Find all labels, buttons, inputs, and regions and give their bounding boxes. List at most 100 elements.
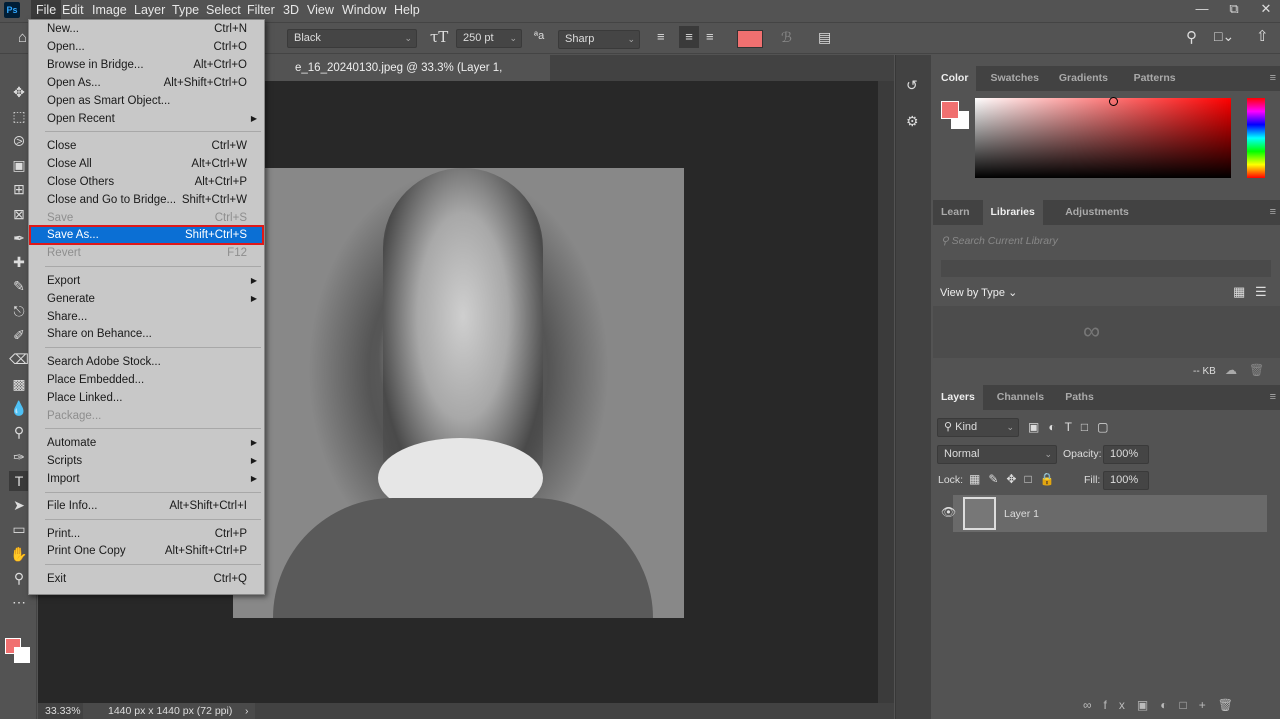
menu-item-place-linked[interactable]: Place Linked...: [30, 389, 263, 407]
menu-item-search-adobe-stock[interactable]: Search Adobe Stock...: [30, 353, 263, 371]
menu-item-close-and-go-to-bridge[interactable]: Close and Go to Bridge... Shift+Ctrl+W: [30, 191, 263, 209]
library-search-input[interactable]: ⚲ Search Current Library: [941, 235, 1058, 247]
menu-item-open[interactable]: Open... Ctrl+O: [30, 38, 263, 56]
menu-type[interactable]: Type: [167, 0, 204, 20]
blend-mode-select[interactable]: Normal ⌄: [937, 445, 1057, 464]
shape-tool-icon[interactable]: ▭: [9, 519, 29, 539]
visibility-eye-icon[interactable]: 👁: [941, 505, 956, 519]
move-tool-icon[interactable]: ✥: [9, 82, 29, 102]
layer-filter-select[interactable]: ⚲ Kind ⌄: [937, 418, 1019, 437]
grid-view-icon[interactable]: ▦: [1233, 284, 1245, 300]
menu-window[interactable]: Window: [337, 0, 391, 20]
cloud-sync-icon[interactable]: ☁: [1225, 363, 1237, 377]
lock-icons[interactable]: ▦✎✥□🔒: [969, 472, 1063, 486]
tab-patterns[interactable]: Patterns: [1126, 66, 1184, 91]
menu-3d[interactable]: 3D: [278, 0, 304, 20]
healing-tool-icon[interactable]: ✚: [9, 252, 29, 272]
layer-filter-icons[interactable]: ▣◐T□▢: [1028, 420, 1118, 434]
minimize-button[interactable]: —: [1186, 0, 1218, 18]
brush-tool-icon[interactable]: ✎: [9, 276, 29, 296]
menu-help[interactable]: Help: [389, 0, 425, 20]
menu-image[interactable]: Image: [87, 0, 132, 20]
text-color-swatch[interactable]: [737, 30, 763, 48]
properties-icon[interactable]: ⚙: [906, 113, 919, 130]
library-select[interactable]: [941, 260, 1271, 277]
tab-gradients[interactable]: Gradients: [1051, 66, 1116, 91]
panel-menu-icon[interactable]: ≡: [1270, 206, 1276, 218]
close-window-button[interactable]: ✕: [1250, 0, 1280, 18]
blur-tool-icon[interactable]: 💧: [9, 398, 29, 418]
restore-button[interactable]: ⧉: [1218, 0, 1250, 18]
menu-item-new[interactable]: New... Ctrl+N: [30, 20, 263, 38]
font-style-select[interactable]: Black ⌄: [287, 29, 417, 48]
tab-paths[interactable]: Paths: [1057, 385, 1102, 410]
antialias-select[interactable]: Sharp ⌄: [558, 30, 640, 49]
pen-tool-icon[interactable]: ✑: [9, 447, 29, 467]
frame-tool-icon[interactable]: ⊠: [9, 204, 29, 224]
crop-tool-icon[interactable]: ⊞: [9, 179, 29, 199]
menu-select[interactable]: Select: [201, 0, 246, 20]
menu-layer[interactable]: Layer: [129, 0, 170, 20]
status-expand-icon[interactable]: ›: [245, 703, 249, 719]
home-icon[interactable]: ⌂: [18, 29, 27, 46]
opacity-input[interactable]: 100%: [1103, 445, 1149, 464]
panel-menu-icon[interactable]: ≡: [1270, 391, 1276, 403]
menu-item-open-as[interactable]: Open As... Alt+Shift+Ctrl+O: [30, 74, 263, 92]
stamp-tool-icon[interactable]: ⎋: [9, 301, 29, 321]
workspace-icon[interactable]: □⌄: [1214, 28, 1234, 45]
vertical-scrollbar[interactable]: [878, 81, 894, 703]
menu-item-export[interactable]: Export ▶: [30, 272, 263, 290]
color-foreground[interactable]: [941, 101, 959, 119]
search-icon[interactable]: ⚲: [1186, 28, 1197, 46]
tab-libraries[interactable]: Libraries: [982, 200, 1043, 225]
history-brush-tool-icon[interactable]: ✐: [9, 325, 29, 345]
menu-item-close[interactable]: Close Ctrl+W: [30, 137, 263, 155]
font-size-select[interactable]: 250 pt ⌄: [456, 29, 522, 48]
layers-footer-icons[interactable]: ∞fx▣◐□+🗑: [1083, 698, 1245, 712]
marquee-tool-icon[interactable]: ⬚: [9, 106, 29, 126]
zoom-tool-icon[interactable]: ⚲: [9, 568, 29, 588]
menu-item-import[interactable]: Import ▶: [30, 470, 263, 488]
menu-view[interactable]: View: [302, 0, 339, 20]
warp-text-icon[interactable]: ℬ: [781, 29, 792, 46]
dodge-tool-icon[interactable]: ⚲: [9, 422, 29, 442]
gradient-tool-icon[interactable]: ▩: [9, 374, 29, 394]
hue-slider[interactable]: [1247, 98, 1265, 178]
tab-swatches[interactable]: Swatches: [983, 66, 1047, 91]
menu-item-open-recent[interactable]: Open Recent ▶: [30, 110, 263, 128]
character-panel-icon[interactable]: ▤: [818, 29, 831, 46]
menu-item-place-embedded[interactable]: Place Embedded...: [30, 371, 263, 389]
layer-row[interactable]: 👁 Layer 1: [941, 495, 1267, 532]
menu-item-share-on-behance[interactable]: Share on Behance...: [30, 325, 263, 343]
history-icon[interactable]: ↺: [906, 77, 918, 94]
zoom-level[interactable]: 33.33%: [45, 703, 81, 719]
menu-item-close-others[interactable]: Close Others Alt+Ctrl+P: [30, 173, 263, 191]
menu-item-automate[interactable]: Automate ▶: [30, 434, 263, 452]
menu-item-save-as[interactable]: Save As... Shift+Ctrl+S: [29, 225, 264, 246]
menu-item-browse-in-bridge[interactable]: Browse in Bridge... Alt+Ctrl+O: [30, 56, 263, 74]
path-select-tool-icon[interactable]: ➤: [9, 495, 29, 515]
hand-tool-icon[interactable]: ✋: [9, 544, 29, 564]
align-left-icon[interactable]: ≡: [657, 29, 665, 44]
object-select-tool-icon[interactable]: ▣: [9, 155, 29, 175]
document-tab[interactable]: e_16_20240130.jpeg @ 33.3% (Layer 1, RGB…: [260, 55, 550, 100]
trash-icon[interactable]: 🗑: [1249, 363, 1264, 377]
menu-filter[interactable]: Filter: [242, 0, 280, 20]
panel-menu-icon[interactable]: ≡: [1270, 72, 1276, 84]
menu-item-close-all[interactable]: Close All Alt+Ctrl+W: [30, 155, 263, 173]
menu-edit[interactable]: Edit: [57, 0, 89, 20]
menu-item-share[interactable]: Share...: [30, 308, 263, 326]
align-right-icon[interactable]: ≡: [706, 29, 714, 44]
eraser-tool-icon[interactable]: ⌫: [9, 349, 29, 369]
background-color[interactable]: [14, 647, 30, 663]
menu-item-open-as-smart-object[interactable]: Open as Smart Object...: [30, 92, 263, 110]
menu-item-exit[interactable]: Exit Ctrl+Q: [30, 570, 263, 588]
menu-item-generate[interactable]: Generate ▶: [30, 290, 263, 308]
tab-color[interactable]: Color: [933, 66, 977, 91]
tab-adjustments[interactable]: Adjustments: [1057, 200, 1137, 225]
eyedropper-tool-icon[interactable]: ✒: [9, 228, 29, 248]
align-center-icon[interactable]: ≡: [679, 26, 699, 48]
color-picker-marker[interactable]: [1109, 97, 1118, 106]
list-view-icon[interactable]: ☰: [1255, 284, 1267, 300]
more-tool-icon[interactable]: ⋯: [9, 592, 29, 612]
